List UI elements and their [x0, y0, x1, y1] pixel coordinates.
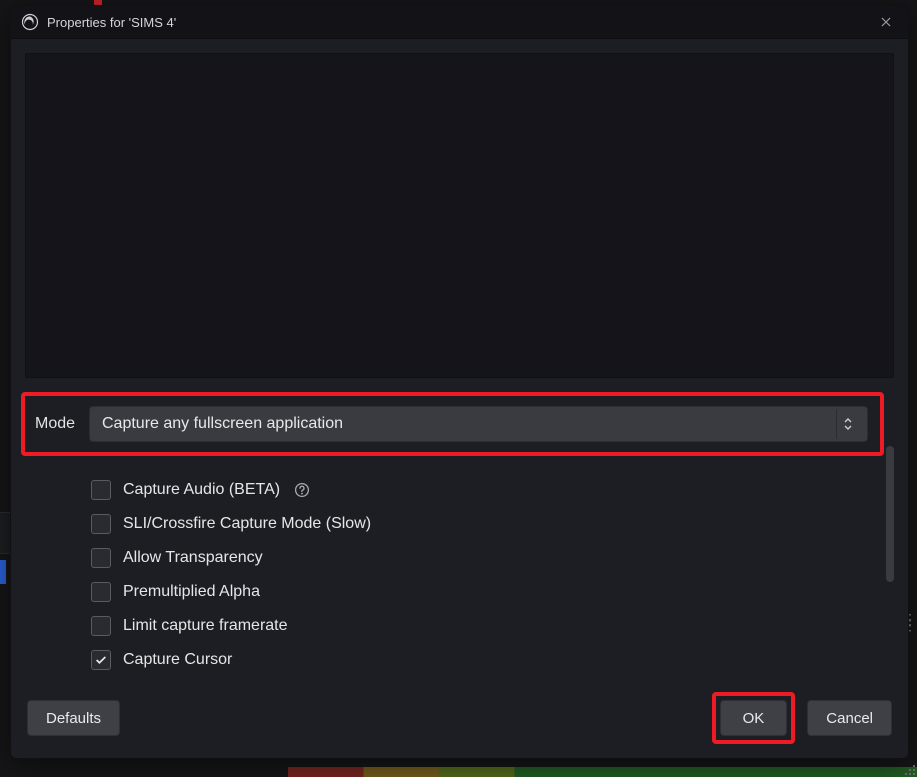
- option-label: Premultiplied Alpha: [123, 583, 260, 601]
- option-sli-crossfire[interactable]: SLI/Crossfire Capture Mode (Slow): [91, 514, 880, 534]
- option-label: Capture Cursor: [123, 651, 232, 669]
- checkbox-icon[interactable]: [91, 650, 111, 670]
- option-capture-cursor[interactable]: Capture Cursor: [91, 650, 880, 670]
- options-list: Capture Audio (BETA) SLI/Crossfire Captu…: [25, 474, 880, 670]
- option-premultiplied-alpha[interactable]: Premultiplied Alpha: [91, 582, 880, 602]
- mode-label: Mode: [35, 415, 75, 433]
- checkbox-icon[interactable]: [91, 582, 111, 602]
- scrollbar-thumb[interactable]: [886, 446, 894, 582]
- option-label: Capture Audio (BETA): [123, 481, 280, 499]
- option-capture-audio[interactable]: Capture Audio (BETA): [91, 480, 880, 500]
- titlebar[interactable]: Properties for 'SIMS 4': [11, 6, 908, 39]
- mode-row-highlight: Mode Capture any fullscreen application: [21, 392, 884, 456]
- background-blue-sliver: [0, 560, 6, 584]
- cancel-button[interactable]: Cancel: [807, 700, 892, 736]
- settings-panel: Mode Capture any fullscreen application: [25, 392, 894, 670]
- checkbox-icon[interactable]: [91, 548, 111, 568]
- mode-select-value: Capture any fullscreen application: [102, 415, 343, 433]
- option-limit-framerate[interactable]: Limit capture framerate: [91, 616, 880, 636]
- checkbox-icon[interactable]: [91, 480, 111, 500]
- ok-button-highlight: OK: [712, 692, 796, 744]
- dialog-button-row: Defaults OK Cancel: [25, 684, 894, 748]
- close-button[interactable]: [874, 10, 898, 34]
- option-label: Allow Transparency: [123, 549, 263, 567]
- dialog-content: Mode Capture any fullscreen application: [11, 39, 908, 758]
- option-label: Limit capture framerate: [123, 617, 288, 635]
- background-audio-meter: [288, 767, 917, 777]
- window-title: Properties for 'SIMS 4': [47, 15, 866, 30]
- ok-button[interactable]: OK: [720, 700, 788, 736]
- help-icon[interactable]: [294, 482, 310, 498]
- option-allow-transparency[interactable]: Allow Transparency: [91, 548, 880, 568]
- properties-dialog: Properties for 'SIMS 4' Mode Capture any…: [10, 5, 909, 759]
- checkbox-icon[interactable]: [91, 616, 111, 636]
- background-resize-grip: [901, 761, 917, 777]
- select-spinner-icon[interactable]: [836, 409, 859, 439]
- defaults-button[interactable]: Defaults: [27, 700, 120, 736]
- checkbox-icon[interactable]: [91, 514, 111, 534]
- settings-scrollbar[interactable]: [886, 446, 894, 578]
- obs-logo-icon: [21, 13, 39, 31]
- source-preview: [25, 53, 894, 378]
- mode-select[interactable]: Capture any fullscreen application: [89, 406, 868, 442]
- option-label: SLI/Crossfire Capture Mode (Slow): [123, 515, 371, 533]
